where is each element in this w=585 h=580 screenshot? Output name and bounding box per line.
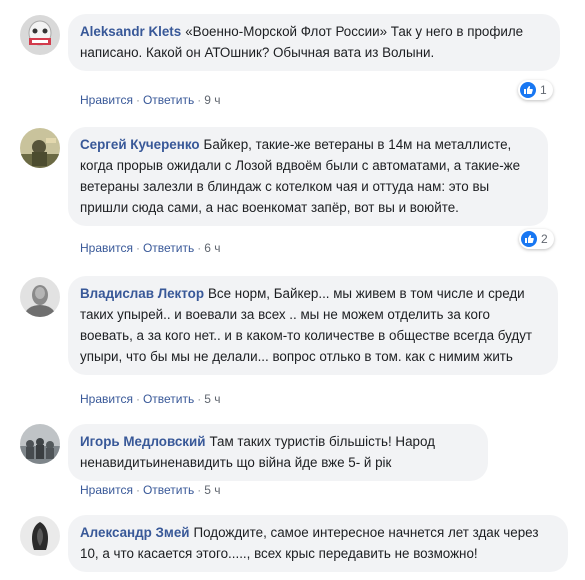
reply-link[interactable]: Ответить [143,241,194,255]
comment-time[interactable]: 5 ч [204,483,220,497]
separator-dot: · [135,483,140,497]
comment-time[interactable]: 6 ч [204,241,220,255]
separator-dot: · [135,93,140,107]
comment-actions: Нравится · Ответить · 6 ч [80,241,221,255]
avatar-red-white-icon [20,15,60,55]
separator-dot: · [197,93,202,107]
avatar[interactable] [20,424,60,464]
like-link[interactable]: Нравится [80,392,133,406]
comment-author[interactable]: Aleksandr Klets [80,24,181,39]
like-link[interactable]: Нравится [80,241,133,255]
comment-time[interactable]: 5 ч [204,392,220,406]
separator-dot: · [135,392,140,406]
comment-author[interactable]: Сергей Кучеренко [80,137,200,152]
avatar-group-icon [20,424,60,464]
like-link[interactable]: Нравится [80,483,133,497]
comment-author[interactable]: Александр Змей [80,525,190,540]
reaction-number: 2 [541,232,548,246]
separator-dot: · [197,483,202,497]
reaction-count[interactable]: 1 [518,80,553,100]
avatar[interactable] [20,15,60,55]
comment-author[interactable]: Игорь Медловский [80,434,205,449]
avatar[interactable] [20,277,60,317]
like-icon [521,231,537,247]
avatar[interactable] [20,516,60,556]
avatar[interactable] [20,128,60,168]
separator-dot: · [197,392,202,406]
avatar-dark-icon [20,516,60,556]
comment-bubble: Сергей Кучеренко Байкер, такие-же ветеран… [68,127,548,226]
avatar-soldier-icon [20,128,60,168]
comment-bubble: Игорь Медловский Там таких туристів більш… [68,424,488,481]
reaction-number: 1 [540,83,547,97]
comment-time[interactable]: 9 ч [204,93,220,107]
comment-bubble: Aleksandr Klets «Военно-Морской Флот Росс… [68,14,560,71]
reply-link[interactable]: Ответить [143,483,194,497]
like-link[interactable]: Нравится [80,93,133,107]
separator-dot: · [197,241,202,255]
comment-actions: Нравится · Ответить · 5 ч [80,483,221,497]
separator-dot: · [135,241,140,255]
avatar-portrait-icon [20,277,60,317]
reply-link[interactable]: Ответить [143,93,194,107]
reply-link[interactable]: Ответить [143,392,194,406]
reaction-count[interactable]: 2 [519,229,554,249]
comment-actions: Нравится · Ответить · 5 ч [80,392,221,406]
comment-bubble: Владислав Лектор Все норм, Байкер... мы ж… [68,276,558,375]
comment-bubble: Александр Змей Подождите, самое интересно… [68,515,568,572]
like-icon [520,82,536,98]
comment-actions: Нравится · Ответить · 9 ч [80,93,221,107]
comment-author[interactable]: Владислав Лектор [80,286,204,301]
